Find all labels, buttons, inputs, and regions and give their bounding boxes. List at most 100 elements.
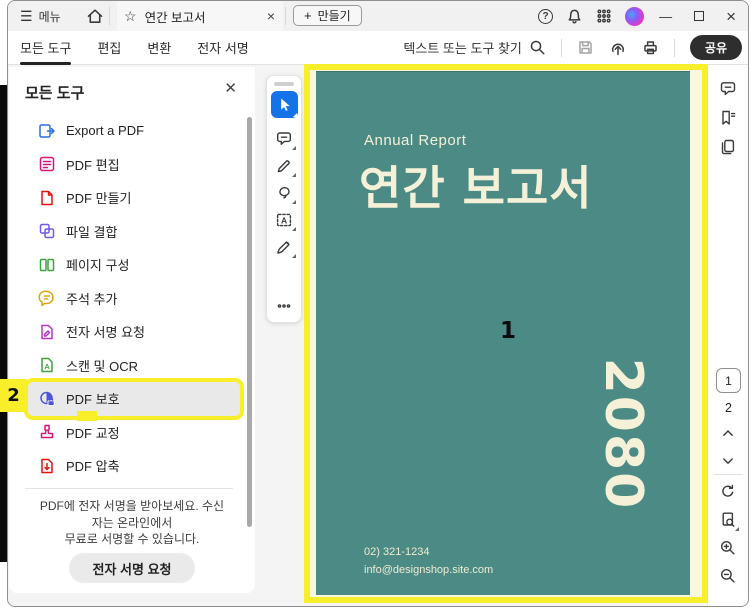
close-window-button[interactable]: × (726, 8, 736, 25)
tool-item-label: 전자 서명 요청 (66, 325, 145, 341)
minimize-button[interactable]: — (659, 9, 672, 24)
chevron-down-icon (723, 458, 733, 464)
tool-item-add-comments[interactable]: 주석 추가 (28, 282, 240, 316)
tab-title: 연간 보고서 (144, 10, 206, 25)
rail-drag-handle[interactable] (274, 82, 294, 86)
tool-item-label: 주석 추가 (66, 291, 118, 307)
ribbon-tab-all-tools[interactable]: 모든 도구 (20, 38, 72, 65)
right-rail: 1 2 (707, 65, 748, 606)
pages-copy-icon (721, 139, 735, 155)
home-icon (87, 9, 103, 23)
tool-item-compress-pdf[interactable]: PDF 압축 (28, 449, 240, 483)
tool-item-label: 페이지 구성 (66, 258, 130, 274)
add-comments-icon (38, 289, 56, 307)
zoom-out-button[interactable] (719, 567, 739, 587)
save-icon[interactable] (577, 39, 594, 56)
scan-ocr-icon: A (38, 356, 56, 374)
find-tools-search[interactable]: 텍스트 또는 도구 찾기 (403, 38, 545, 57)
lasso-tool-button[interactable] (271, 181, 297, 205)
ribbon-divider (560, 38, 562, 57)
ribbon-tab-convert[interactable]: 변환 (147, 38, 171, 57)
ribbon-tab-edit[interactable]: 편집 (97, 38, 121, 57)
quick-tools-rail: A (266, 75, 302, 323)
create-tab-button[interactable]: + 만들기 (293, 5, 362, 26)
report-eyebrow: Annual Report (364, 132, 467, 149)
tool-item-request-esign[interactable]: 전자 서명 요청 (28, 315, 240, 349)
tool-item-scan-ocr[interactable]: A 스캔 및 OCR (28, 349, 240, 383)
maximize-button[interactable] (694, 11, 705, 21)
submenu-corner (293, 113, 297, 117)
tool-item-redact-pdf[interactable]: PDF 교정 (28, 416, 240, 450)
comment-icon (720, 82, 736, 96)
redact-pdf-icon (38, 423, 56, 441)
notifications-bell-icon[interactable] (566, 8, 583, 25)
bookmarks-button[interactable] (719, 109, 739, 129)
report-contact: 02) 321-1234 info@designshop.site.com (364, 543, 493, 579)
tab-close-button[interactable]: × (267, 9, 275, 23)
favorite-star-icon[interactable]: ☆ (124, 8, 137, 25)
help-button[interactable]: ? (538, 8, 553, 24)
combine-files-icon (38, 222, 56, 240)
right-rail-divider (714, 474, 743, 475)
highlight-notch (77, 411, 97, 421)
select-tool-button[interactable] (271, 91, 298, 118)
tool-item-label: PDF 만들기 (66, 191, 132, 207)
compress-pdf-icon (38, 457, 56, 475)
step-marker-1: 1 (499, 318, 516, 344)
tool-item-export-pdf[interactable]: Export a PDF (28, 114, 240, 148)
rotate-clockwise-icon (722, 484, 734, 497)
submenu-corner (292, 200, 296, 204)
zoom-in-icon (721, 541, 735, 555)
submenu-corner (292, 146, 296, 150)
comment-bubble-icon (277, 132, 291, 145)
share-button[interactable]: 공유 (689, 35, 742, 60)
text-select-icon: A (276, 213, 292, 227)
tool-item-pdf-create[interactable]: PDF 만들기 (28, 181, 240, 215)
acrobat-window: ☰ 메뉴 ☆ 연간 보고서 × + 만들기 ? — × 모든 도구 편집 변환 … (7, 0, 749, 607)
account-avatar[interactable] (625, 6, 644, 26)
apps-grid-icon[interactable] (596, 8, 612, 24)
text-box-tool-button[interactable]: A (271, 208, 297, 232)
chevron-up-icon (723, 430, 733, 436)
comments-panel-button[interactable] (719, 80, 739, 100)
document-tab[interactable]: ☆ 연간 보고서 × (117, 1, 283, 31)
tool-item-combine-files[interactable]: 파일 결합 (28, 215, 240, 249)
panel-scrollbar-thumb[interactable] (247, 117, 252, 527)
ribbon: 모든 도구 편집 변환 전자 서명 텍스트 또는 도구 찾기 공유 (8, 31, 748, 65)
zoom-in-button[interactable] (719, 539, 739, 559)
report-year: 2080 (593, 357, 653, 511)
page-thumbnails-button[interactable] (719, 138, 739, 158)
request-esign-button[interactable]: 전자 서명 요청 (69, 553, 195, 583)
cloud-upload-icon[interactable] (609, 39, 627, 57)
export-pdf-icon (38, 122, 56, 140)
hamburger-icon: ☰ (20, 8, 33, 24)
home-button[interactable] (86, 7, 104, 25)
menu-button[interactable]: ☰ 메뉴 (20, 8, 61, 25)
rotate-page-button[interactable] (719, 483, 739, 503)
tool-item-pdf-edit[interactable]: PDF 편집 (28, 148, 240, 182)
zoom-out-icon (721, 569, 735, 583)
report-title: 연간 보고서 (359, 161, 593, 215)
report-phone: 02) 321-1234 (364, 546, 430, 558)
print-icon[interactable] (642, 39, 659, 56)
draw-tool-button[interactable] (271, 154, 297, 178)
ribbon-tab-e-sign[interactable]: 전자 서명 (197, 38, 248, 57)
next-page-button[interactable] (719, 452, 739, 472)
add-comment-tool-button[interactable] (271, 127, 297, 151)
pdf-edit-icon (38, 155, 56, 173)
more-tools-button[interactable] (271, 294, 297, 318)
tool-item-label: PDF 압축 (66, 459, 120, 475)
tool-item-label: Export a PDF (66, 123, 145, 139)
fit-page-button[interactable] (719, 511, 739, 531)
tool-item-label: PDF 보호 (66, 392, 120, 408)
previous-page-button[interactable] (719, 424, 739, 444)
panel-close-button[interactable]: ✕ (224, 81, 237, 96)
sign-tool-button[interactable] (271, 235, 297, 259)
all-tools-panel: 모든 도구 ✕ Export a PDF PDF 편집 PDF 만들기 파일 결합 페이… (9, 67, 255, 593)
page-number-input[interactable]: 1 (716, 368, 741, 393)
menu-label: 메뉴 (38, 9, 61, 24)
organize-pages-icon (38, 256, 56, 274)
tool-item-protect-pdf[interactable]: PDF 보호 (28, 382, 240, 416)
tool-item-label: 스캔 및 OCR (66, 358, 138, 374)
tool-item-organize-pages[interactable]: 페이지 구성 (28, 248, 240, 282)
